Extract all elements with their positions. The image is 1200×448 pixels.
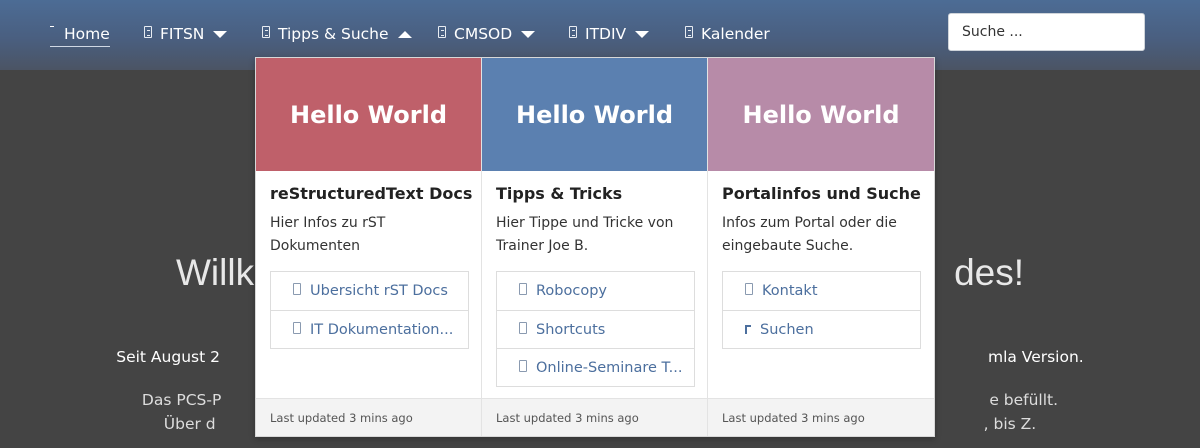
document-icon bbox=[293, 321, 301, 334]
nav-home[interactable]: Home bbox=[50, 22, 110, 47]
caret-down-icon bbox=[521, 30, 536, 38]
card-title: Tipps & Tricks bbox=[496, 184, 623, 203]
caret-up-icon bbox=[397, 30, 412, 38]
card-title: reStructuredText Docs bbox=[270, 184, 473, 203]
link-uebersicht-rst-docs[interactable]: Übersicht rST Docs bbox=[271, 272, 468, 310]
nav-cmsod[interactable]: CMSOD bbox=[438, 22, 536, 46]
nav-cmsod-label: CMSOD bbox=[454, 25, 513, 43]
link-label: IT Dokumentation... bbox=[310, 321, 454, 338]
link-label: Suchen bbox=[760, 321, 814, 338]
nav-kalender[interactable]: Kalender bbox=[685, 22, 770, 46]
nav-tipps-suche-label: Tipps & Suche bbox=[278, 25, 389, 43]
nav-itdiv-label: ITDIV bbox=[585, 25, 627, 43]
link-it-dokumentation[interactable]: IT Dokumentation... bbox=[271, 310, 468, 348]
card-footer: Last updated 3 mins ago bbox=[256, 398, 481, 436]
document-icon bbox=[519, 359, 527, 372]
intro-paragraph-b-left: Über d bbox=[163, 415, 216, 433]
link-suchen[interactable]: Suchen bbox=[723, 310, 920, 348]
link-online-seminare[interactable]: Online-Seminare T... bbox=[497, 348, 694, 386]
document-icon bbox=[519, 321, 527, 334]
link-shortcuts[interactable]: Shortcuts bbox=[497, 310, 694, 348]
intro-line-left: Seit August 2 bbox=[116, 348, 220, 366]
card-link-list: Übersicht rST Docs IT Dokumentation... bbox=[270, 271, 469, 349]
card-banner: Hello World bbox=[482, 58, 707, 171]
welcome-heading-left: Willk bbox=[175, 252, 255, 293]
caret-down-icon bbox=[213, 30, 228, 38]
card-tipps-tricks: Hello World Tipps & Tricks Hier Tippe un… bbox=[482, 58, 708, 436]
intro-paragraph-a-left: Das PCS-P bbox=[141, 391, 222, 409]
nav-itdiv[interactable]: ITDIV bbox=[569, 22, 650, 46]
welcome-heading-right: des! bbox=[954, 252, 1025, 293]
card-title: Portalinfos und Suche bbox=[722, 184, 921, 203]
card-footer: Last updated 3 mins ago bbox=[482, 398, 707, 436]
card-description: Hier Tippe und Tricke von Trainer Joe B. bbox=[496, 215, 674, 254]
mega-menu-dropdown: Hello World reStructuredText Docs Hier I… bbox=[255, 57, 935, 437]
document-icon bbox=[745, 283, 753, 295]
card-footer: Last updated 3 mins ago bbox=[708, 398, 934, 436]
card-banner: Hello World bbox=[256, 58, 481, 171]
card-rst-docs: Hello World reStructuredText Docs Hier I… bbox=[256, 58, 482, 436]
nav-tipps-suche[interactable]: Tipps & Suche bbox=[262, 22, 412, 46]
document-icon bbox=[569, 26, 577, 38]
link-label: Shortcuts bbox=[536, 321, 606, 338]
link-label: Übersicht rST Docs bbox=[310, 283, 448, 299]
intro-paragraph-b-right: , bis Z. bbox=[983, 415, 1037, 433]
card-link-list: Kontakt Suchen bbox=[722, 271, 921, 349]
search-input[interactable] bbox=[948, 13, 1145, 51]
document-icon bbox=[519, 283, 527, 295]
link-label: Online-Seminare T... bbox=[536, 359, 683, 376]
caret-down-icon bbox=[635, 30, 650, 38]
link-robocopy[interactable]: Robocopy bbox=[497, 272, 694, 310]
document-icon bbox=[262, 26, 270, 38]
card-description: Hier Infos zu rST Dokumenten bbox=[270, 215, 386, 254]
card-description: Infos zum Portal oder die eingebaute Suc… bbox=[722, 215, 897, 254]
search-icon bbox=[745, 325, 751, 334]
document-icon bbox=[144, 26, 152, 38]
document-icon bbox=[438, 26, 446, 38]
link-label: Kontakt bbox=[762, 283, 818, 299]
card-portalinfos: Hello World Portalinfos und Suche Infos … bbox=[708, 58, 934, 436]
active-indicator bbox=[50, 26, 54, 27]
card-link-list: Robocopy Shortcuts Online-Seminare T... bbox=[496, 271, 695, 387]
nav-home-label: Home bbox=[50, 25, 110, 47]
link-label: Robocopy bbox=[536, 283, 607, 299]
intro-line-right: mla Version. bbox=[987, 348, 1084, 366]
nav-fitsn[interactable]: FITSN bbox=[144, 22, 228, 46]
card-banner: Hello World bbox=[708, 58, 934, 171]
link-kontakt[interactable]: Kontakt bbox=[723, 272, 920, 310]
document-icon bbox=[685, 26, 693, 38]
nav-kalender-label: Kalender bbox=[701, 25, 770, 43]
intro-paragraph-a-right: e befüllt. bbox=[989, 391, 1059, 409]
document-icon bbox=[293, 283, 301, 295]
nav-fitsn-label: FITSN bbox=[160, 25, 205, 43]
